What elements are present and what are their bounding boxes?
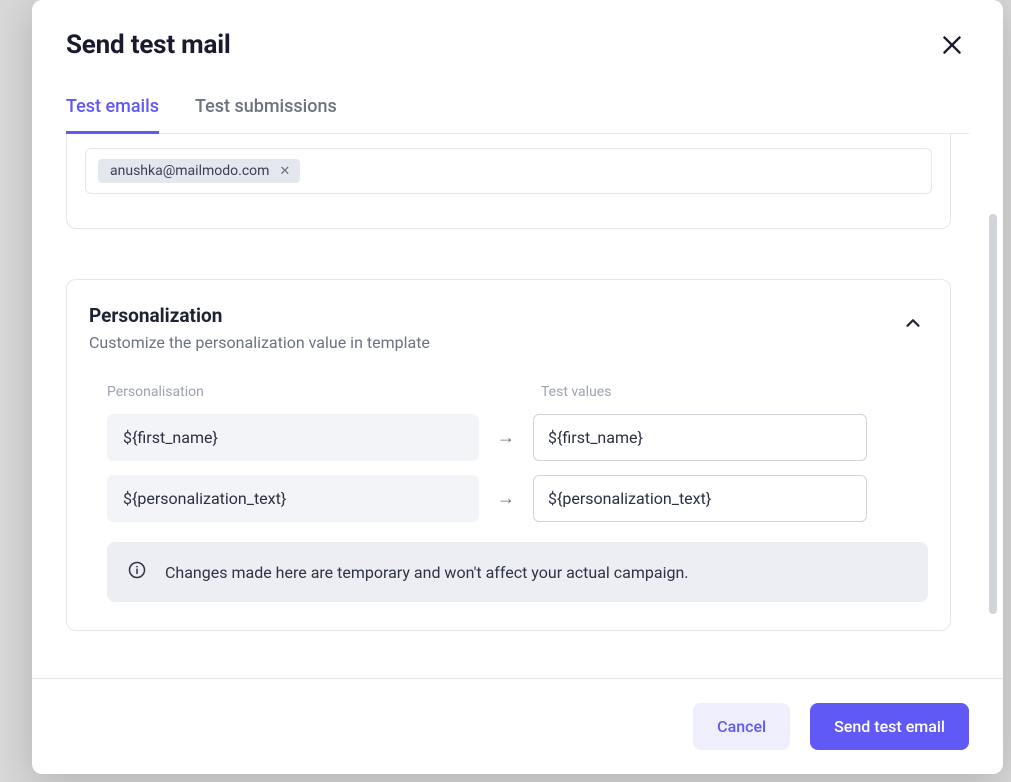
info-icon [127,560,147,584]
info-banner: Changes made here are temporary and won'… [107,542,928,602]
section-subtitle: Customize the personalization value in t… [89,333,430,352]
test-value-input[interactable] [533,475,867,522]
section-header: Personalization Customize the personaliz… [89,304,928,352]
personalization-row: ${first_name} → [89,414,928,461]
column-header-personalisation: Personalisation [107,384,487,400]
chevron-up-icon [902,322,924,337]
personalization-row: ${personalization_text} → [89,475,928,522]
close-icon [939,32,965,58]
tab-test-emails[interactable]: Test emails [66,96,159,134]
x-icon: ✕ [279,163,290,178]
token-display: ${personalization_text} [107,475,479,522]
section-title: Personalization [89,304,430,327]
remove-email-button[interactable]: ✕ [277,163,292,179]
section-heading-wrap: Personalization Customize the personaliz… [89,304,430,352]
info-text: Changes made here are temporary and won'… [165,563,689,582]
arrow-icon: → [479,488,533,509]
email-input[interactable]: anushka@mailmodo.com ✕ [85,148,932,194]
arrow-icon: → [479,427,533,448]
title-row: Send test mail [66,28,969,62]
cancel-button[interactable]: Cancel [693,703,790,750]
tab-test-submissions[interactable]: Test submissions [195,96,337,134]
token-display: ${first_name} [107,414,479,461]
scrollbar[interactable] [989,214,997,614]
close-button[interactable] [935,28,969,62]
email-recipients-box: anushka@mailmodo.com ✕ [66,134,951,229]
send-test-email-button[interactable]: Send test email [810,703,969,750]
test-value-input[interactable] [533,414,867,461]
send-test-mail-modal: Send test mail Test emails Test submissi… [32,0,1003,774]
modal-title: Send test mail [66,30,231,60]
collapse-section-button[interactable] [898,308,928,341]
tabs: Test emails Test submissions [66,96,969,134]
modal-body: anushka@mailmodo.com ✕ Personalization C… [32,134,1003,678]
personalization-section: Personalization Customize the personaliz… [66,279,951,631]
columns-header: Personalisation Test values [89,384,928,400]
email-chip: anushka@mailmodo.com ✕ [98,159,300,183]
column-header-test-values: Test values [541,384,611,400]
modal-footer: Cancel Send test email [32,678,1003,774]
modal-header: Send test mail Test emails Test submissi… [32,0,1003,134]
email-chip-text: anushka@mailmodo.com [110,163,269,179]
